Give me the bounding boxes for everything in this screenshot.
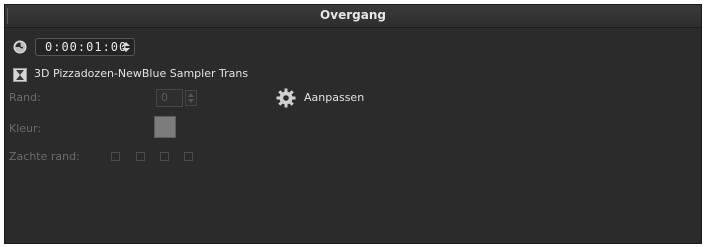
soft-edge-option-2[interactable]	[136, 152, 145, 161]
border-spin-icon[interactable]	[185, 90, 197, 106]
border-value-input[interactable]: 0	[156, 89, 183, 107]
customize-label: Aanpassen	[304, 91, 365, 104]
border-stepper[interactable]: 0	[156, 89, 198, 107]
soft-edge-option-1[interactable]	[111, 152, 120, 161]
timecode-value: 0:00:01:00	[45, 40, 128, 54]
soft-edge-option-4[interactable]	[184, 152, 193, 161]
soft-edge-option-3[interactable]	[160, 152, 169, 161]
duration-timecode-input[interactable]: 0:00:01:00	[35, 38, 135, 56]
clock-icon	[13, 40, 27, 54]
panel-title: Overgang	[320, 8, 386, 22]
timecode-spin-icon[interactable]	[121, 41, 131, 53]
gear-icon	[276, 88, 296, 108]
transition-panel: Overgang 0:00:01:00 3D Pizzadozen-NewBlu…	[4, 4, 702, 244]
border-label: Rand:	[9, 91, 41, 104]
soft-edge-label: Zachte rand:	[9, 150, 80, 163]
color-swatch-button[interactable]	[154, 116, 176, 138]
color-label: Kleur:	[9, 122, 42, 135]
panel-titlebar: Overgang	[5, 5, 701, 28]
hourglass-icon	[13, 68, 27, 82]
transition-name: 3D Pizzadozen-NewBlue Sampler Trans	[34, 67, 249, 80]
